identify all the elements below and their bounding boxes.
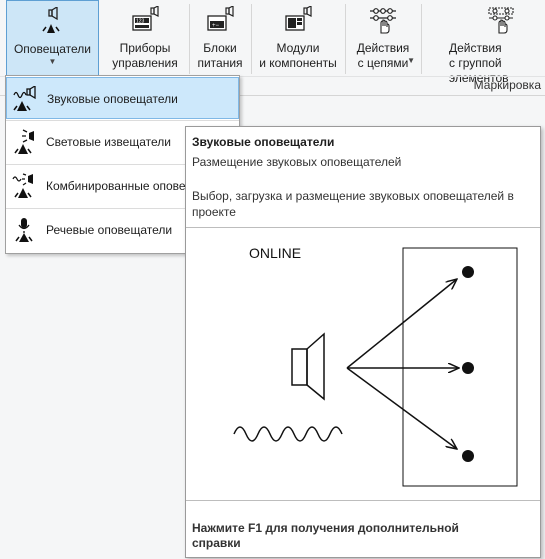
- speaker-body: [291, 348, 308, 386]
- chevron-down-icon: ▼: [48, 57, 57, 66]
- tooltip-description: Выбор, загрузка и размещение звуковых оп…: [192, 189, 514, 219]
- power-supply-icon: +−: [207, 6, 234, 31]
- tooltip-title: Звуковые оповещатели: [192, 135, 335, 149]
- sound-alarm-icon: [13, 86, 36, 111]
- tooltip-panel: Звуковые оповещатели Размещение звуковых…: [185, 126, 541, 558]
- sound-propagation-diagram: [233, 247, 518, 487]
- ribbon-separator: [345, 4, 346, 74]
- combined-alarm-icon: [12, 173, 33, 198]
- svg-text:+−: +−: [212, 23, 220, 29]
- control-devices-label: Приборы управления: [112, 41, 178, 70]
- ribbon-separator: [251, 4, 252, 74]
- control-panel-icon: 123: [132, 6, 159, 31]
- group-hand-icon: [488, 7, 514, 34]
- speaker-cone: [306, 332, 325, 401]
- detector-point: [462, 266, 474, 278]
- detector-point: [462, 450, 474, 462]
- power-supplies-button[interactable]: +− Блоки питания: [193, 0, 247, 76]
- group-actions-button[interactable]: Действия с группой элементов: [445, 0, 545, 85]
- tooltip-illustration: ONLINE: [186, 227, 540, 501]
- sound-alarm-icon: [41, 7, 60, 33]
- menu-item-sound-alarms[interactable]: Звуковые оповещатели: [6, 77, 239, 119]
- chevron-down-icon: ▼: [407, 56, 415, 65]
- circuit-actions-button[interactable]: Действия с цепями ▼: [349, 0, 417, 76]
- svg-text:123: 123: [136, 19, 145, 25]
- ribbon-separator: [189, 4, 190, 74]
- tooltip-subtitle: Размещение звуковых оповещателей: [192, 155, 402, 169]
- menu-item-label: Световые извещатели: [46, 135, 171, 149]
- alarms-button[interactable]: Оповещатели ▼: [6, 0, 99, 76]
- light-alarm-icon: [14, 129, 34, 154]
- room-rectangle: [402, 247, 518, 487]
- circuit-hand-icon: [370, 8, 396, 34]
- menu-item-label: Звуковые оповещатели: [47, 92, 178, 106]
- menu-item-label: Речевые оповещатели: [46, 223, 173, 237]
- control-devices-button[interactable]: 123 Приборы управления: [107, 0, 183, 76]
- module-icon: [285, 6, 312, 31]
- ribbon-separator: [421, 4, 422, 74]
- modules-components-label: Модули и компоненты: [259, 41, 337, 70]
- power-supplies-label: Блоки питания: [197, 41, 243, 70]
- modules-components-button[interactable]: Модули и компоненты: [255, 0, 341, 76]
- ribbon-group-label: Маркировка: [473, 78, 541, 92]
- tooltip-help-hint: Нажмите F1 для получения дополнительной …: [192, 521, 459, 550]
- sound-wave: [233, 426, 343, 442]
- detector-point: [462, 362, 474, 374]
- voice-alarm-icon: [15, 218, 33, 242]
